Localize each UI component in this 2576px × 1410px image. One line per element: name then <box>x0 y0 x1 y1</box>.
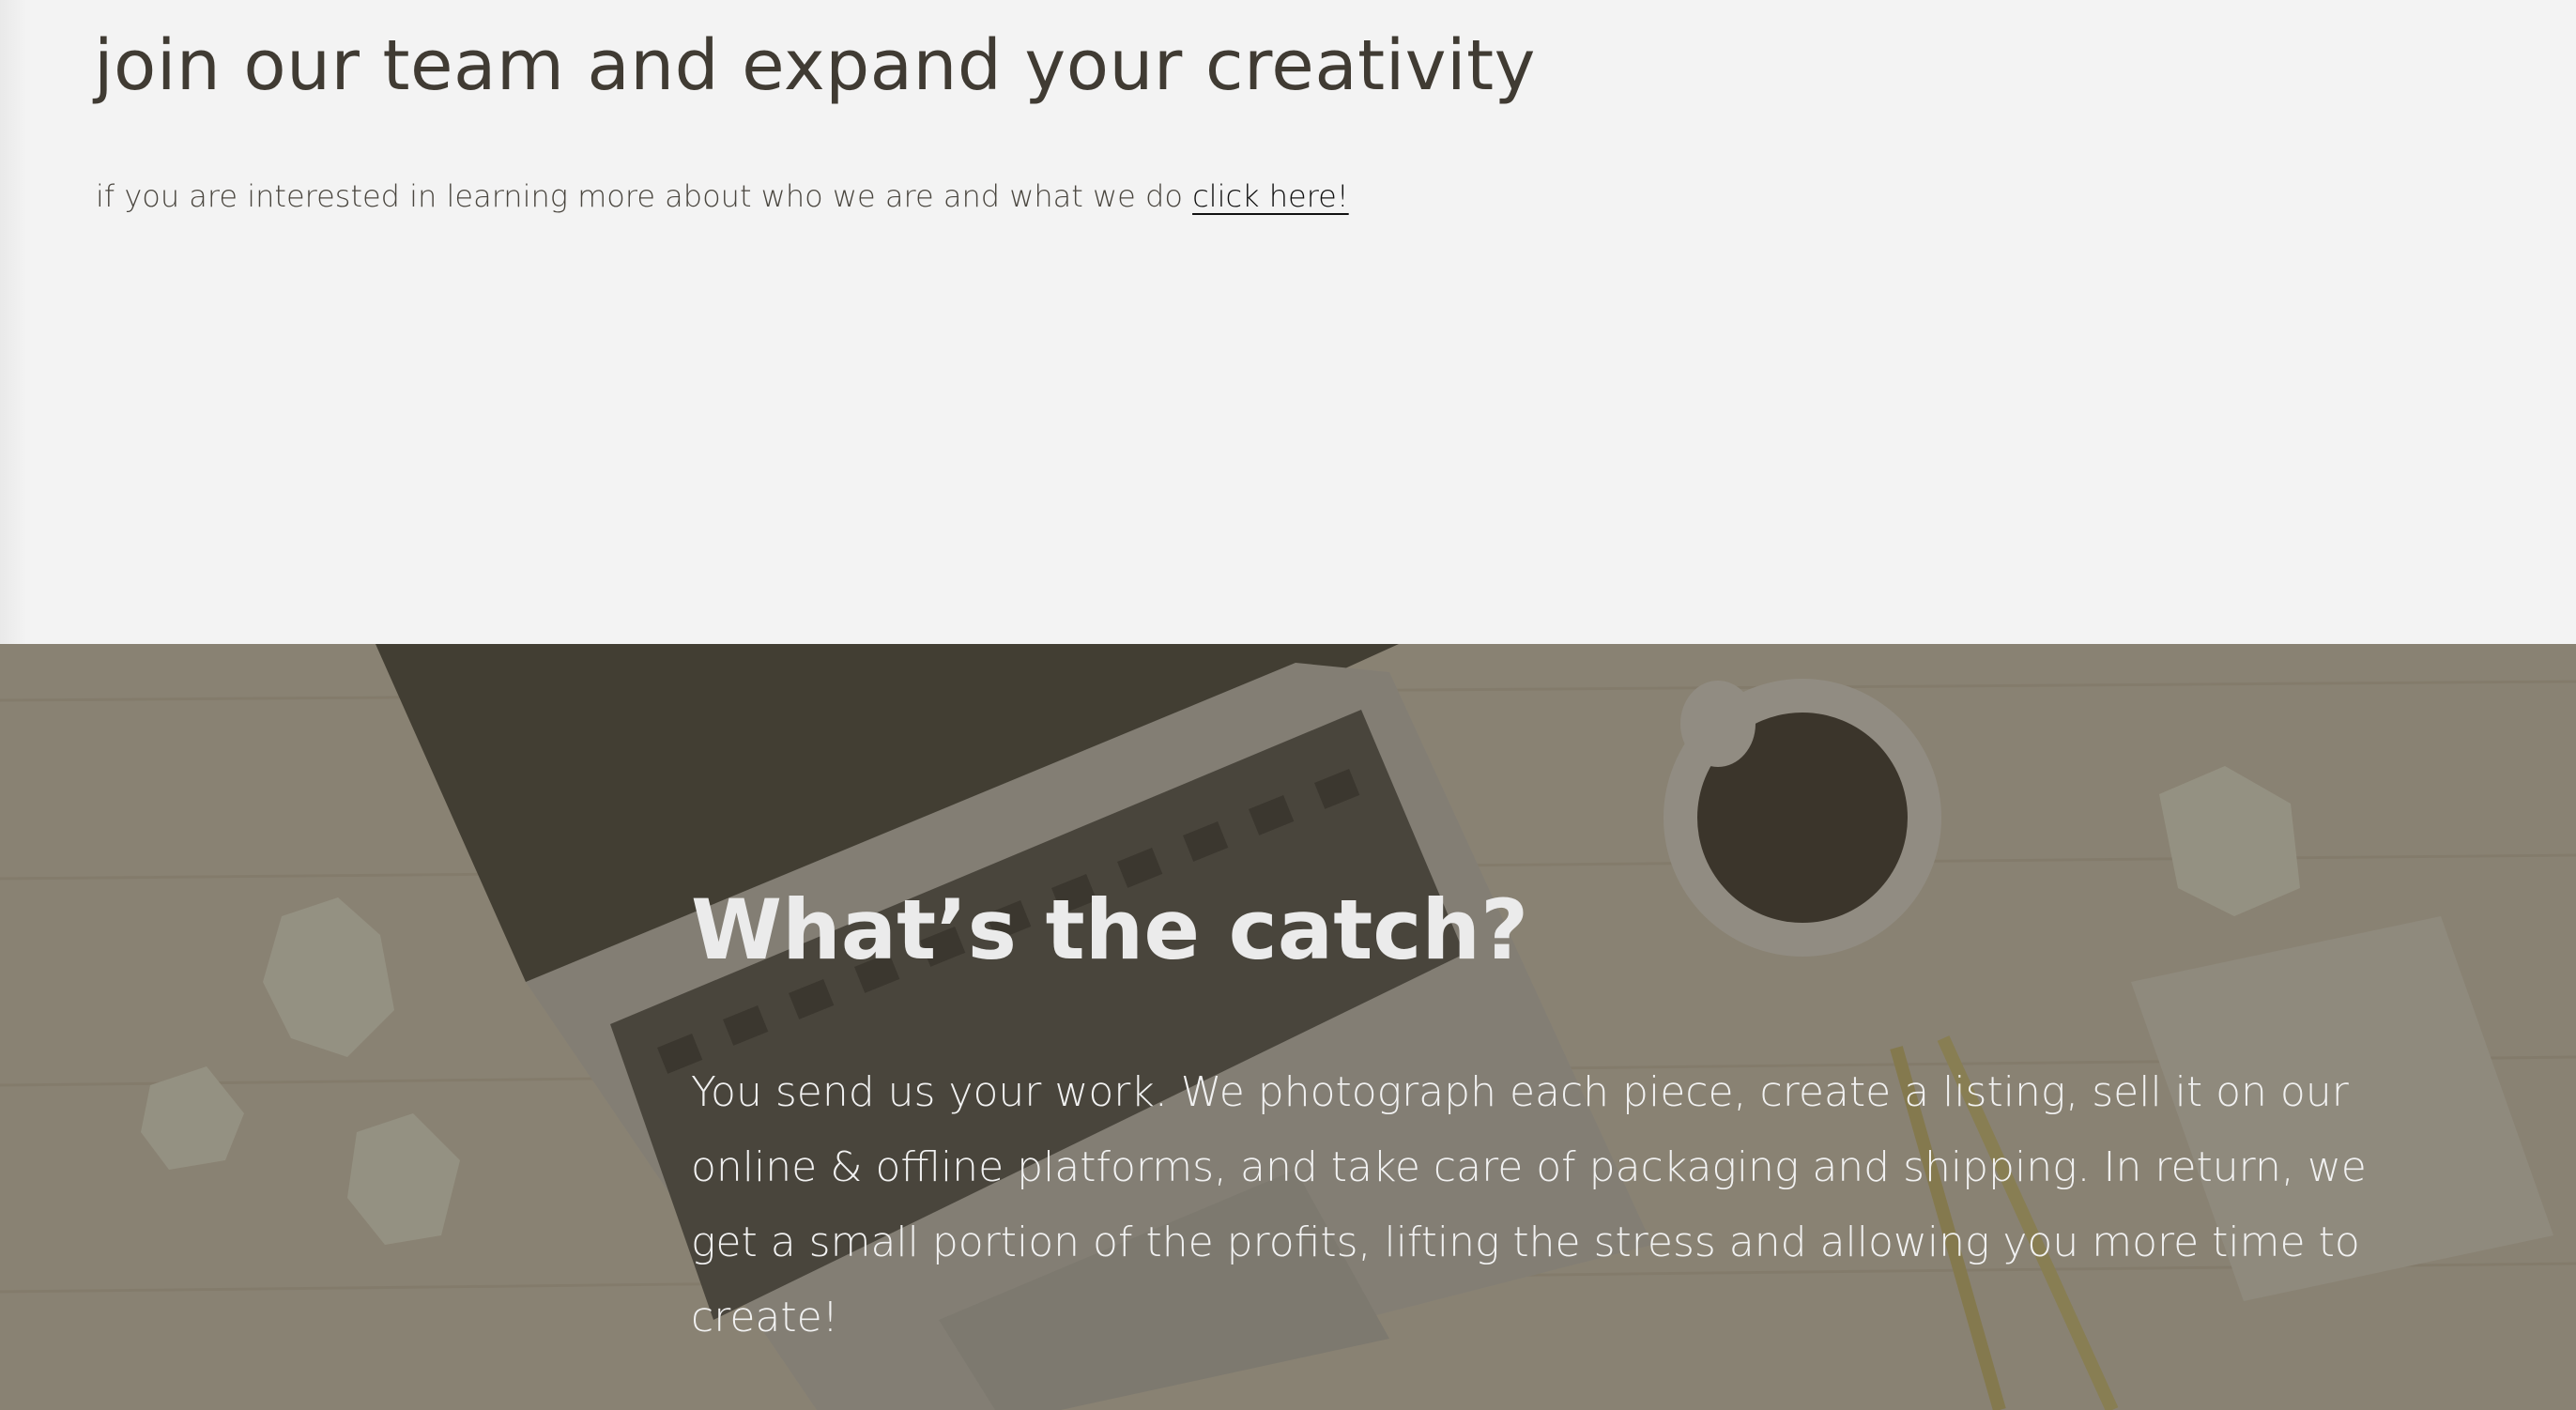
catch-body: You send us your work. We photograph eac… <box>691 1068 2367 1341</box>
left-edge-shadow <box>0 0 26 644</box>
click-here-link[interactable]: click here! <box>1192 178 1349 214</box>
join-section: join our team and expand your creativity… <box>0 0 2576 644</box>
join-heading: join our team and expand your creativity <box>94 25 1536 106</box>
catch-heading: What’s the catch? <box>691 881 1529 978</box>
join-text: if you are interested in learning more a… <box>96 178 1193 214</box>
join-paragraph: if you are interested in learning more a… <box>96 173 1349 220</box>
catch-section: What’s the catch? You send us your work.… <box>0 644 2576 1410</box>
